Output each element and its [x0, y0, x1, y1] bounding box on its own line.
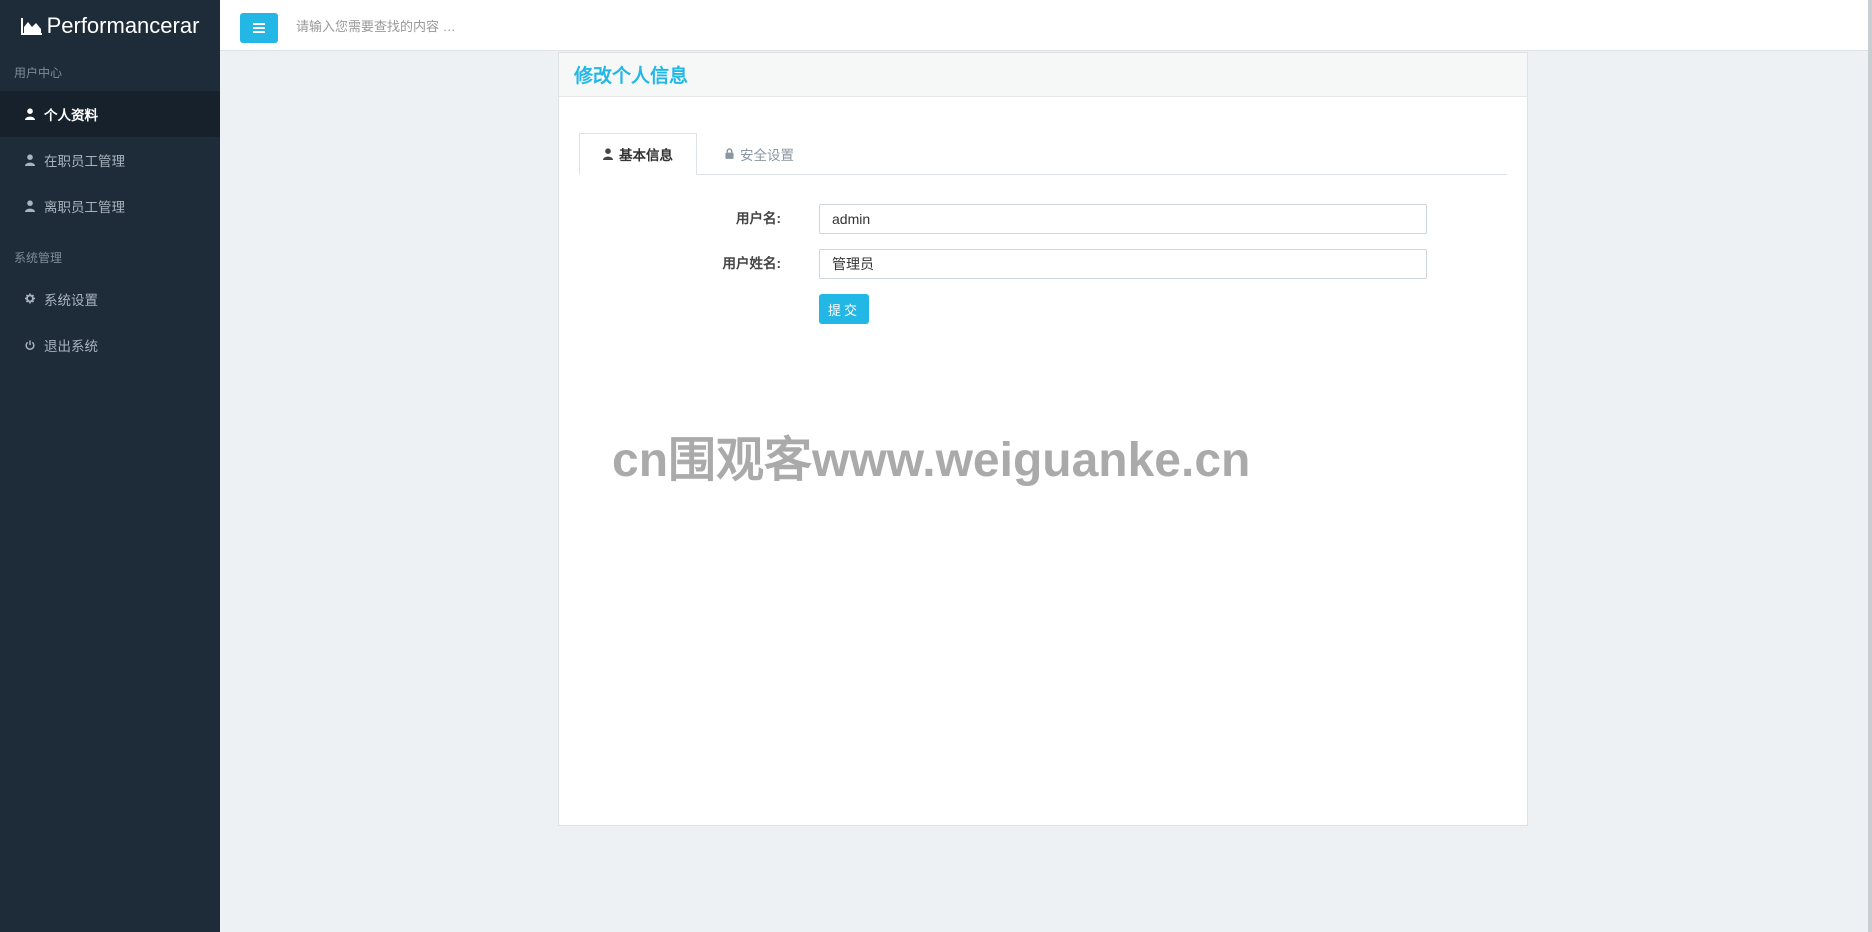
menu-toggle-button[interactable] [240, 13, 278, 43]
username-label: 用户名: [736, 211, 781, 226]
search-input[interactable] [294, 12, 798, 40]
sidebar-item-logout[interactable]: 退出系统 [0, 322, 220, 368]
sidebar-item-label: 个人资料 [44, 108, 98, 123]
page-title: 修改个人信息 [574, 66, 689, 87]
user-icon [25, 200, 35, 212]
section-title-user-center: 用户中心 [14, 66, 63, 80]
power-icon [25, 339, 35, 351]
sidebar-item-system-settings[interactable]: 系统设置 [0, 276, 220, 322]
submit-button[interactable]: 提交 [819, 294, 869, 324]
user-icon [25, 108, 35, 120]
fullname-label: 用户姓名: [722, 256, 782, 271]
sidebar-item-label: 系统设置 [44, 293, 98, 308]
tab-label: 安全设置 [740, 147, 794, 163]
tab-bar: 基本信息 安全设置 [579, 133, 1507, 175]
username-field[interactable] [819, 204, 1427, 234]
tab-label: 基本信息 [619, 148, 673, 163]
hamburger-icon [253, 23, 265, 33]
sidebar-item-resigned-employees[interactable]: 离职员工管理 [0, 183, 220, 229]
sidebar-item-label: 离职员工管理 [44, 200, 125, 215]
watermark: cn围观客www.weiguanke.cn [612, 434, 1251, 487]
gear-icon [25, 293, 35, 305]
panel-header: 修改个人信息 [559, 53, 1527, 97]
sidebar: Performancerar 用户中心 个人资料 在职员工管理 离职员工管理 系… [0, 0, 220, 932]
area-chart-icon [20, 17, 47, 35]
lock-icon [725, 148, 734, 159]
brand-name: Performancerar [46, 13, 200, 38]
section-title-system: 系统管理 [14, 251, 63, 265]
user-icon [603, 148, 613, 160]
form-row-username: 用户名: [559, 204, 1527, 234]
user-icon [25, 154, 35, 166]
form-row-fullname: 用户姓名: [559, 249, 1527, 279]
brand[interactable]: Performancerar [0, 0, 220, 52]
tab-basic-info[interactable]: 基本信息 [579, 133, 697, 175]
sidebar-item-label: 在职员工管理 [44, 154, 125, 169]
fullname-field[interactable] [819, 249, 1427, 279]
tab-security-settings[interactable]: 安全设置 [725, 133, 794, 174]
topbar [220, 0, 1872, 51]
sidebar-item-label: 退出系统 [44, 339, 98, 354]
sidebar-item-profile[interactable]: 个人资料 [0, 91, 220, 137]
page-scrollbar[interactable] [1868, 0, 1872, 932]
sidebar-item-active-employees[interactable]: 在职员工管理 [0, 137, 220, 183]
